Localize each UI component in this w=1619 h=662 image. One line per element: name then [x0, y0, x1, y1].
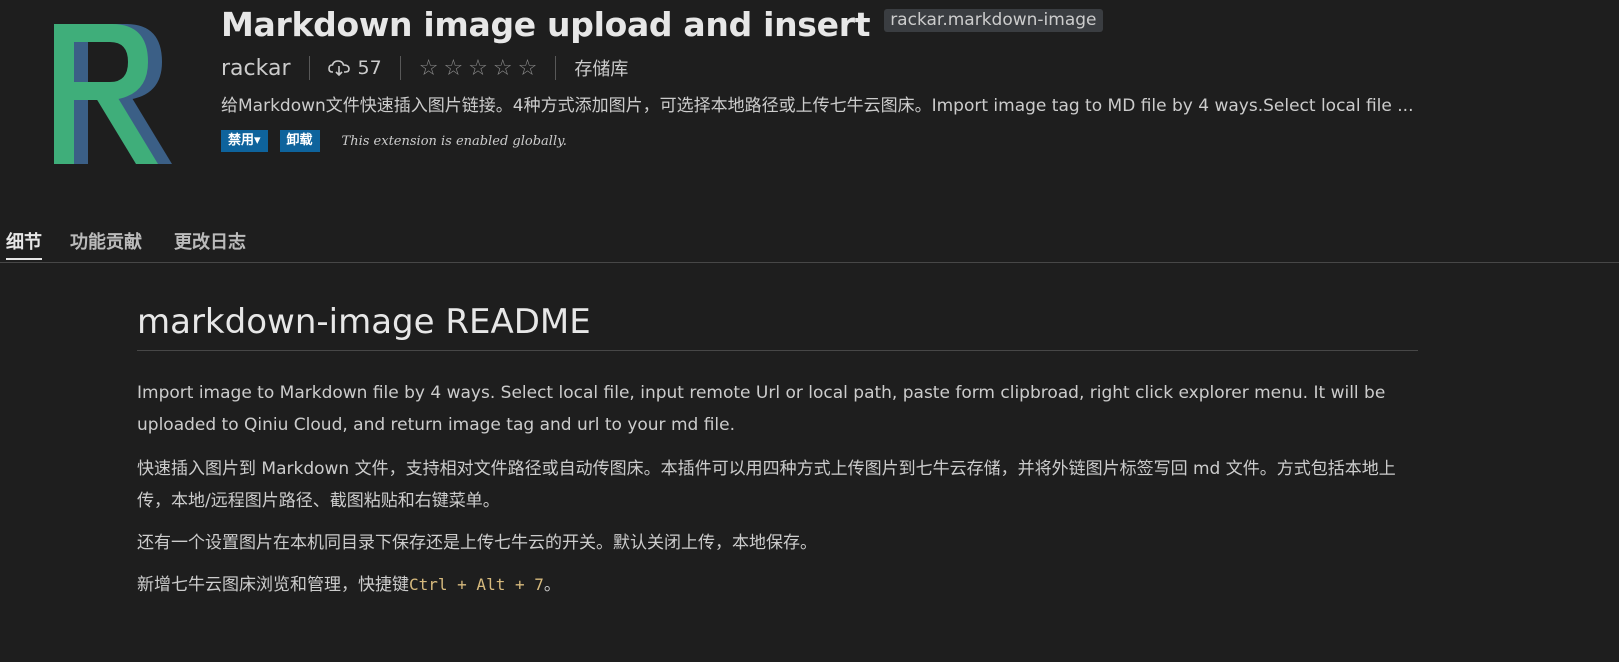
letter-r-logo: [54, 24, 172, 164]
separator: [308, 56, 310, 80]
star-icon: ☆: [418, 55, 439, 81]
publisher-link[interactable]: rackar: [221, 56, 291, 81]
repository-link[interactable]: 存储库: [574, 55, 628, 81]
tab-details[interactable]: 细节: [6, 228, 42, 260]
enabled-status-note: This extension is enabled globally.: [341, 133, 567, 149]
uninstall-button[interactable]: 卸载: [279, 130, 320, 152]
star-icon: ☆: [517, 55, 538, 81]
readme-paragraph: 还有一个设置图片在本机同目录下保存还是上传七牛云的开关。默认关闭上传，本地保存。: [137, 533, 817, 553]
extension-details-page: Markdown image upload and insert rackar.…: [0, 0, 1619, 662]
readme-paragraph: 快速插入图片到 Markdown 文件，支持相对文件路径或自动传图床。本插件可以…: [137, 459, 1396, 511]
extension-identifier: rackar.markdown-image: [884, 8, 1103, 32]
readme-text: 。: [543, 575, 561, 595]
details-tabs: 细节 功能贡献 更改日志: [0, 224, 1619, 263]
readme-text: 新增七牛云图床浏览和管理，快捷键: [137, 575, 409, 595]
tab-feature-contributions[interactable]: 功能贡献: [70, 228, 142, 258]
star-icon: ☆: [468, 55, 488, 81]
readme-title: markdown-image README: [137, 302, 1418, 351]
rating-stars[interactable]: ☆ ☆ ☆ ☆ ☆: [419, 56, 538, 81]
shortcut-code: Ctrl + Alt + 7: [409, 575, 544, 594]
disable-button[interactable]: 禁用▾: [221, 130, 268, 152]
extension-actions: 禁用▾ 卸载 This extension is enabled globall…: [221, 129, 1611, 153]
separator: [399, 56, 401, 80]
star-icon: ☆: [443, 55, 464, 81]
install-count: 57: [357, 57, 382, 79]
tab-changelog[interactable]: 更改日志: [174, 228, 246, 258]
cloud-download-icon: [327, 60, 350, 77]
star-icon: ☆: [492, 55, 513, 81]
readme-paragraph: 新增七牛云图床浏览和管理，快捷键Ctrl + Alt + 7。: [137, 569, 1418, 601]
separator: [555, 56, 557, 80]
extension-meta: rackar 57 ☆ ☆ ☆ ☆ ☆ 存储库: [221, 48, 1611, 88]
readme-paragraph: Import image to Markdown file by 4 ways.…: [137, 383, 1386, 435]
readme-content: markdown-image README Import image to Ma…: [137, 302, 1418, 601]
extension-description: 给Markdown文件快速插入图片链接。4种方式添加图片，可选择本地路径或上传七…: [221, 96, 1414, 116]
extension-title: Markdown image upload and insert: [221, 4, 871, 44]
extension-header: Markdown image upload and insert rackar.…: [221, 0, 1611, 153]
